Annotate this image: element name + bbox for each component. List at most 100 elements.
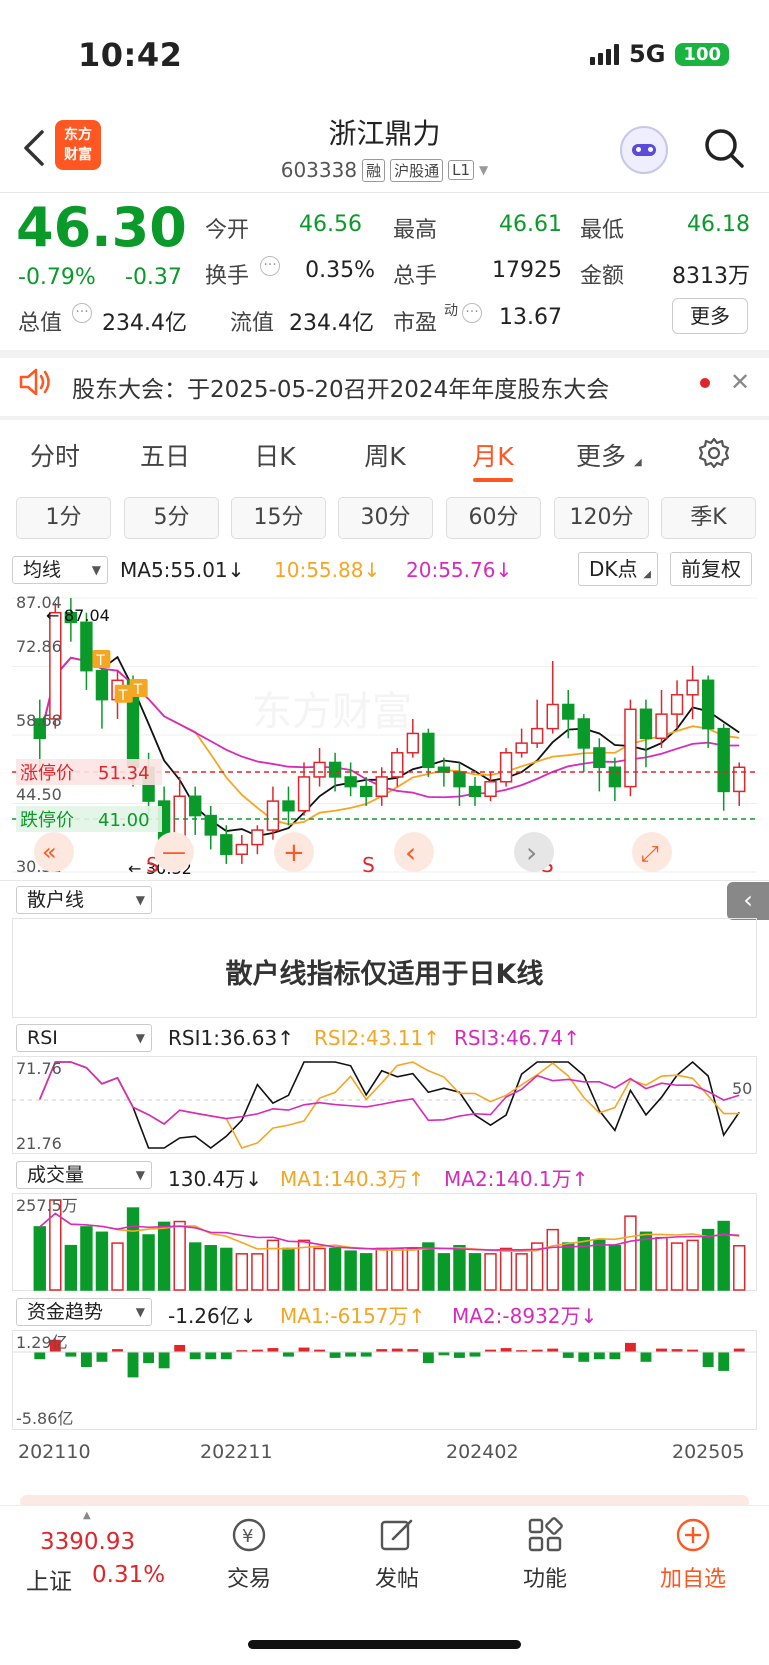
subtab-5min[interactable]: 5分 — [124, 497, 219, 539]
volume-selector[interactable]: 成交量 ▼ — [16, 1161, 152, 1189]
rsi-chart[interactable]: 71.76 21.76 50 — [12, 1056, 757, 1154]
minus-icon[interactable]: — — [162, 838, 186, 866]
volume-bar — [189, 1242, 202, 1291]
tab-daily-k[interactable]: 日K — [242, 437, 308, 473]
tab-monthly-k[interactable]: 月K — [460, 437, 526, 473]
caret-icon: ◢ — [643, 569, 651, 580]
tab-more[interactable]: 更多 — [568, 437, 634, 473]
expand-icon[interactable]: ⤢ — [641, 842, 659, 867]
volume-bar — [126, 1207, 140, 1291]
fund-bar — [345, 1352, 357, 1357]
index-value[interactable]: 3390.93 — [40, 1529, 135, 1555]
functions-button[interactable]: 功能 — [490, 1515, 600, 1593]
post-button[interactable]: 发帖 — [342, 1515, 452, 1593]
volume-bar — [251, 1253, 264, 1291]
candle-body — [235, 843, 249, 855]
tab-five-day[interactable]: 五日 — [132, 437, 198, 473]
chevron-left-icon[interactable]: ‹ — [743, 886, 753, 914]
double-chevron-left-icon[interactable]: « — [42, 838, 57, 866]
tab-intraday[interactable]: 分时 — [22, 437, 88, 473]
functions-label: 功能 — [522, 1567, 567, 1592]
candle-body — [189, 795, 202, 817]
volume-bar — [546, 1228, 559, 1291]
volume-bar — [499, 1247, 513, 1291]
quote-value-turnover: 0.35% — [305, 258, 375, 283]
min-marker: ← — [128, 859, 141, 878]
candle-body — [406, 732, 420, 754]
side-panel-toggle[interactable]: ‹ — [727, 882, 769, 920]
notice-text[interactable]: 股东大会：于2025-05-20召开2024年年度股东大会 — [72, 370, 609, 404]
candle-body — [546, 703, 559, 730]
fund-bar — [547, 1348, 559, 1352]
fund-chart[interactable]: 1.29亿 -5.86亿 — [12, 1330, 757, 1430]
volume-bar — [375, 1247, 388, 1291]
dk-button[interactable]: DK点 ◢ — [578, 552, 658, 586]
limit-up-label: 涨停价 — [20, 763, 74, 784]
chevron-left-icon[interactable]: ‹ — [405, 836, 416, 869]
gear-icon[interactable] — [698, 437, 730, 469]
search-icon[interactable] — [702, 126, 746, 170]
fund-bottom-label: -5.86亿 — [16, 1409, 73, 1428]
rsi3-line — [39, 1061, 740, 1125]
caret-icon: ▼ — [135, 1305, 145, 1319]
volume-bar — [282, 1247, 295, 1291]
rsi-mid-label: 50 — [732, 1079, 752, 1098]
ma5-value: MA5:55.01↓ — [120, 558, 245, 582]
assistant-robot-icon[interactable] — [620, 126, 668, 174]
volume-bar — [235, 1253, 249, 1291]
grid-icon — [528, 1517, 563, 1552]
volume-bar — [406, 1247, 420, 1291]
fund-ma2-value: MA2:-8932万↓ — [452, 1304, 598, 1328]
volume-bar — [562, 1242, 575, 1291]
volume-bar — [686, 1239, 699, 1291]
adjust-button[interactable]: 前复权 — [670, 552, 752, 586]
subtab-60min[interactable]: 60分 — [446, 497, 541, 539]
more-button[interactable]: 更多 — [672, 298, 748, 334]
caret-icon: ▼ — [135, 1031, 145, 1045]
plus-icon[interactable]: + — [283, 838, 305, 868]
quote-label-volume: 总手 — [393, 264, 438, 289]
volume-bar — [701, 1228, 715, 1291]
subtab-15min[interactable]: 15分 — [231, 497, 326, 539]
rsi1-value: RSI1:36.63↑ — [168, 1026, 294, 1050]
volume-chart[interactable]: 257.5万 — [12, 1193, 757, 1291]
max-marker-value: 87.04 — [64, 606, 110, 625]
candle-body — [639, 708, 653, 740]
kline-chart[interactable]: 东方财富 涨停价 51.34 跌停价 41.00 87.04 72.86 58.… — [12, 590, 757, 880]
fund-bar — [267, 1348, 279, 1352]
subtab-quarter-k[interactable]: 季K — [661, 497, 756, 539]
chevron-right-icon[interactable]: › — [526, 836, 537, 869]
stock-code: 603338 — [280, 158, 358, 182]
trade-marker-label: T — [118, 688, 128, 704]
divider — [0, 416, 769, 420]
quote-label-high: 最高 — [393, 218, 438, 243]
close-icon[interactable]: ✕ — [730, 368, 750, 396]
quote-value-high: 46.61 — [499, 212, 562, 237]
trade-icon: ¥ — [232, 1518, 266, 1552]
x-label-2: 202211 — [200, 1441, 273, 1463]
subtab-1min[interactable]: 1分 — [16, 497, 111, 539]
fund-trend-selector[interactable]: 资金趋势 ▼ — [16, 1298, 152, 1326]
candle-body — [95, 669, 109, 701]
add-watchlist-button[interactable]: 加自选 — [638, 1515, 748, 1593]
volume-bar — [733, 1245, 746, 1291]
tab-weekly-k[interactable]: 周K — [352, 437, 418, 473]
caret-icon: ▼ — [135, 1168, 145, 1182]
retail-line-selector[interactable]: 散户线 ▼ — [16, 886, 152, 914]
trade-button[interactable]: ¥ 交易 — [194, 1515, 304, 1593]
ma-selector-label: 均线 — [23, 559, 62, 581]
retail-line-message: 散户线指标仅适用于日K线 — [225, 959, 544, 990]
speaker-icon — [19, 368, 50, 396]
quote-value-mktcap: 234.4亿 — [102, 311, 187, 336]
y-label-2: 72.86 — [16, 637, 62, 656]
info-icon[interactable]: ··· — [72, 303, 92, 323]
quote-label-open: 今开 — [205, 218, 250, 243]
quote-value-volume: 17925 — [492, 258, 562, 283]
rsi-selector[interactable]: RSI ▼ — [16, 1024, 152, 1052]
subtab-30min[interactable]: 30分 — [338, 497, 433, 539]
subtab-120min[interactable]: 120分 — [554, 497, 649, 539]
info-icon[interactable]: ··· — [260, 256, 280, 276]
signal-icon — [590, 43, 620, 65]
quote-label-turnover: 换手 — [205, 264, 250, 289]
ma-selector[interactable]: 均线 ▼ — [12, 556, 108, 584]
